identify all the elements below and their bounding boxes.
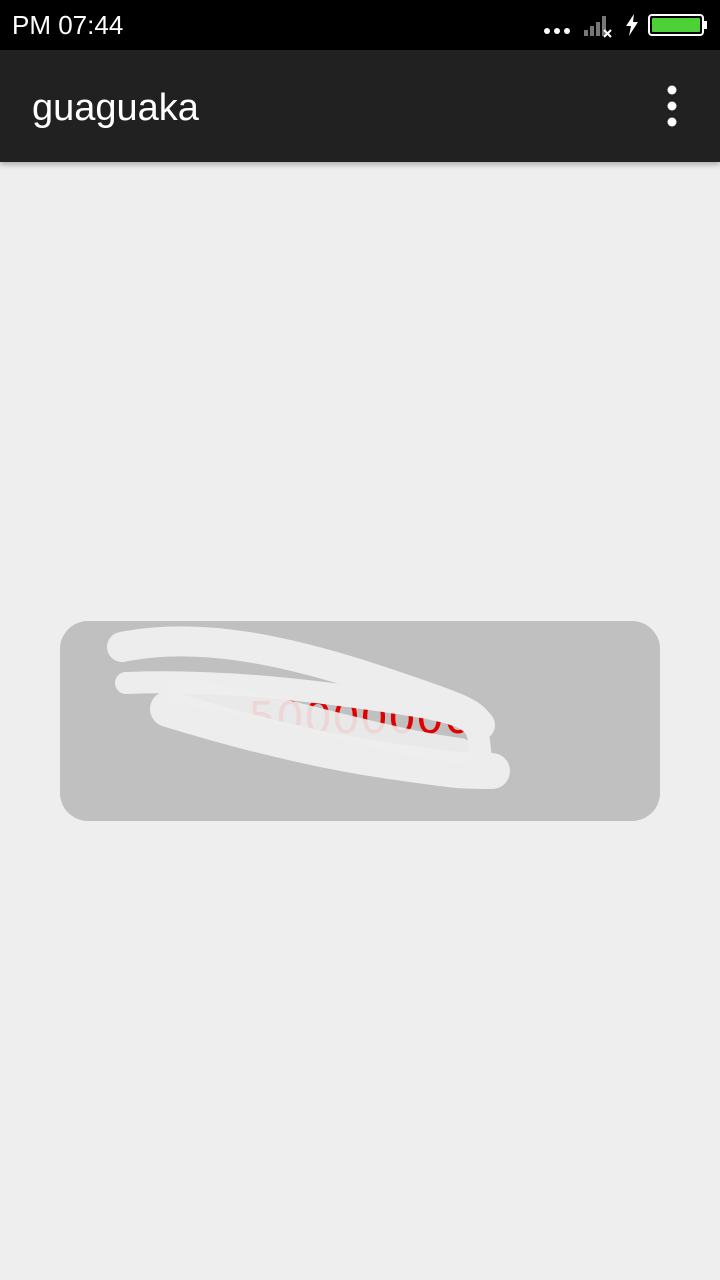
app-bar: guaguaka	[0, 50, 720, 162]
charging-icon	[626, 14, 638, 36]
status-time: PM 07:44	[12, 10, 124, 40]
signal-no-sim-icon	[584, 16, 612, 38]
scratched-area[interactable]	[60, 621, 660, 821]
more-dots-icon	[544, 28, 570, 34]
battery-icon	[648, 14, 707, 36]
overflow-menu-icon[interactable]	[652, 80, 692, 132]
status-bar: PM 07:44	[0, 0, 720, 50]
scratch-card[interactable]: 50000000	[60, 621, 660, 821]
app-title: guaguaka	[32, 87, 199, 129]
